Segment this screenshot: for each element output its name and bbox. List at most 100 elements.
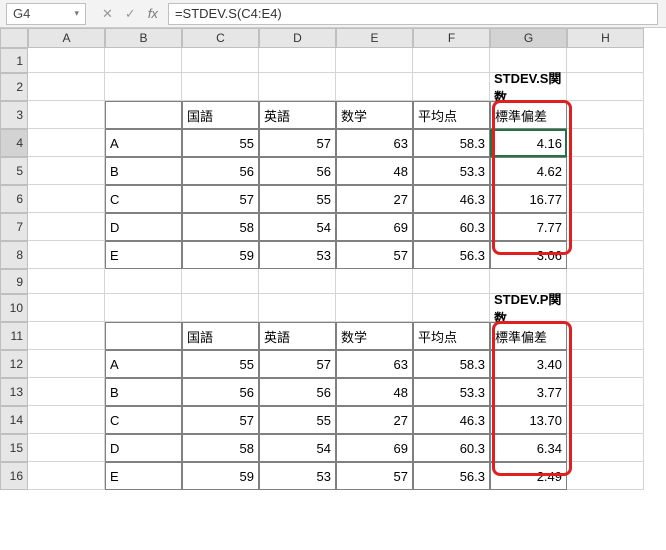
cell-H4[interactable] <box>567 129 644 157</box>
cell-H3[interactable] <box>567 101 644 129</box>
cell-B9[interactable] <box>105 269 182 294</box>
cell-D11[interactable]: 英語 <box>259 322 336 350</box>
cell-F5[interactable]: 53.3 <box>413 157 490 185</box>
row-header-7[interactable]: 7 <box>0 213 28 241</box>
cell-E14[interactable]: 27 <box>336 406 413 434</box>
cell-H11[interactable] <box>567 322 644 350</box>
col-header-G[interactable]: G <box>490 28 567 48</box>
cell-D15[interactable]: 54 <box>259 434 336 462</box>
cell-C12[interactable]: 55 <box>182 350 259 378</box>
cell-C15[interactable]: 58 <box>182 434 259 462</box>
cell-A14[interactable] <box>28 406 105 434</box>
cell-E11[interactable]: 数学 <box>336 322 413 350</box>
row-header-2[interactable]: 2 <box>0 73 28 101</box>
cell-C14[interactable]: 57 <box>182 406 259 434</box>
cell-F1[interactable] <box>413 48 490 73</box>
cell-A9[interactable] <box>28 269 105 294</box>
row-header-1[interactable]: 1 <box>0 48 28 73</box>
cell-H12[interactable] <box>567 350 644 378</box>
cell-H2[interactable] <box>567 73 644 101</box>
cell-H10[interactable] <box>567 294 644 322</box>
cell-E13[interactable]: 48 <box>336 378 413 406</box>
cell-A10[interactable] <box>28 294 105 322</box>
cell-A15[interactable] <box>28 434 105 462</box>
cancel-icon[interactable]: ✕ <box>102 6 113 22</box>
cell-C6[interactable]: 57 <box>182 185 259 213</box>
cell-F9[interactable] <box>413 269 490 294</box>
cell-B6[interactable]: C <box>105 185 182 213</box>
cell-E6[interactable]: 27 <box>336 185 413 213</box>
cell-B12[interactable]: A <box>105 350 182 378</box>
cell-B8[interactable]: E <box>105 241 182 269</box>
cell-A16[interactable] <box>28 462 105 490</box>
cell-C2[interactable] <box>182 73 259 101</box>
cell-E10[interactable] <box>336 294 413 322</box>
cell-B11[interactable] <box>105 322 182 350</box>
cell-E8[interactable]: 57 <box>336 241 413 269</box>
cell-B1[interactable] <box>105 48 182 73</box>
row-header-5[interactable]: 5 <box>0 157 28 185</box>
cell-A11[interactable] <box>28 322 105 350</box>
cell-A5[interactable] <box>28 157 105 185</box>
cell-E7[interactable]: 69 <box>336 213 413 241</box>
cell-F6[interactable]: 46.3 <box>413 185 490 213</box>
cell-C3[interactable]: 国語 <box>182 101 259 129</box>
row-header-10[interactable]: 10 <box>0 294 28 322</box>
col-header-A[interactable]: A <box>28 28 105 48</box>
cell-E4[interactable]: 63 <box>336 129 413 157</box>
cell-D16[interactable]: 53 <box>259 462 336 490</box>
cell-E12[interactable]: 63 <box>336 350 413 378</box>
cell-E2[interactable] <box>336 73 413 101</box>
cell-E15[interactable]: 69 <box>336 434 413 462</box>
cell-H16[interactable] <box>567 462 644 490</box>
cell-A1[interactable] <box>28 48 105 73</box>
row-header-9[interactable]: 9 <box>0 269 28 294</box>
cell-D12[interactable]: 57 <box>259 350 336 378</box>
cell-A3[interactable] <box>28 101 105 129</box>
cell-D2[interactable] <box>259 73 336 101</box>
cell-D5[interactable]: 56 <box>259 157 336 185</box>
cell-F11[interactable]: 平均点 <box>413 322 490 350</box>
cell-D14[interactable]: 55 <box>259 406 336 434</box>
cell-B2[interactable] <box>105 73 182 101</box>
cell-H9[interactable] <box>567 269 644 294</box>
chevron-down-icon[interactable]: ▾ <box>74 8 79 19</box>
row-header-8[interactable]: 8 <box>0 241 28 269</box>
cell-A4[interactable] <box>28 129 105 157</box>
row-header-14[interactable]: 14 <box>0 406 28 434</box>
cell-D7[interactable]: 54 <box>259 213 336 241</box>
cell-B3[interactable] <box>105 101 182 129</box>
accept-icon[interactable]: ✓ <box>125 6 136 22</box>
cell-C10[interactable] <box>182 294 259 322</box>
cell-C9[interactable] <box>182 269 259 294</box>
row-header-3[interactable]: 3 <box>0 101 28 129</box>
cell-C7[interactable]: 58 <box>182 213 259 241</box>
col-header-C[interactable]: C <box>182 28 259 48</box>
cell-D9[interactable] <box>259 269 336 294</box>
row-header-4[interactable]: 4 <box>0 129 28 157</box>
cell-C4[interactable]: 55 <box>182 129 259 157</box>
cell-C16[interactable]: 59 <box>182 462 259 490</box>
cell-B5[interactable]: B <box>105 157 182 185</box>
col-header-F[interactable]: F <box>413 28 490 48</box>
cell-H7[interactable] <box>567 213 644 241</box>
cell-F13[interactable]: 53.3 <box>413 378 490 406</box>
name-box[interactable]: G4 ▾ <box>6 3 86 25</box>
cell-E3[interactable]: 数学 <box>336 101 413 129</box>
cell-H14[interactable] <box>567 406 644 434</box>
row-header-15[interactable]: 15 <box>0 434 28 462</box>
col-header-D[interactable]: D <box>259 28 336 48</box>
cell-D10[interactable] <box>259 294 336 322</box>
cell-H15[interactable] <box>567 434 644 462</box>
cell-B13[interactable]: B <box>105 378 182 406</box>
cell-F4[interactable]: 58.3 <box>413 129 490 157</box>
cell-E5[interactable]: 48 <box>336 157 413 185</box>
cell-F3[interactable]: 平均点 <box>413 101 490 129</box>
cell-C1[interactable] <box>182 48 259 73</box>
cell-C5[interactable]: 56 <box>182 157 259 185</box>
cell-E16[interactable]: 57 <box>336 462 413 490</box>
cell-F14[interactable]: 46.3 <box>413 406 490 434</box>
cell-D4[interactable]: 57 <box>259 129 336 157</box>
cell-D1[interactable] <box>259 48 336 73</box>
cell-H8[interactable] <box>567 241 644 269</box>
